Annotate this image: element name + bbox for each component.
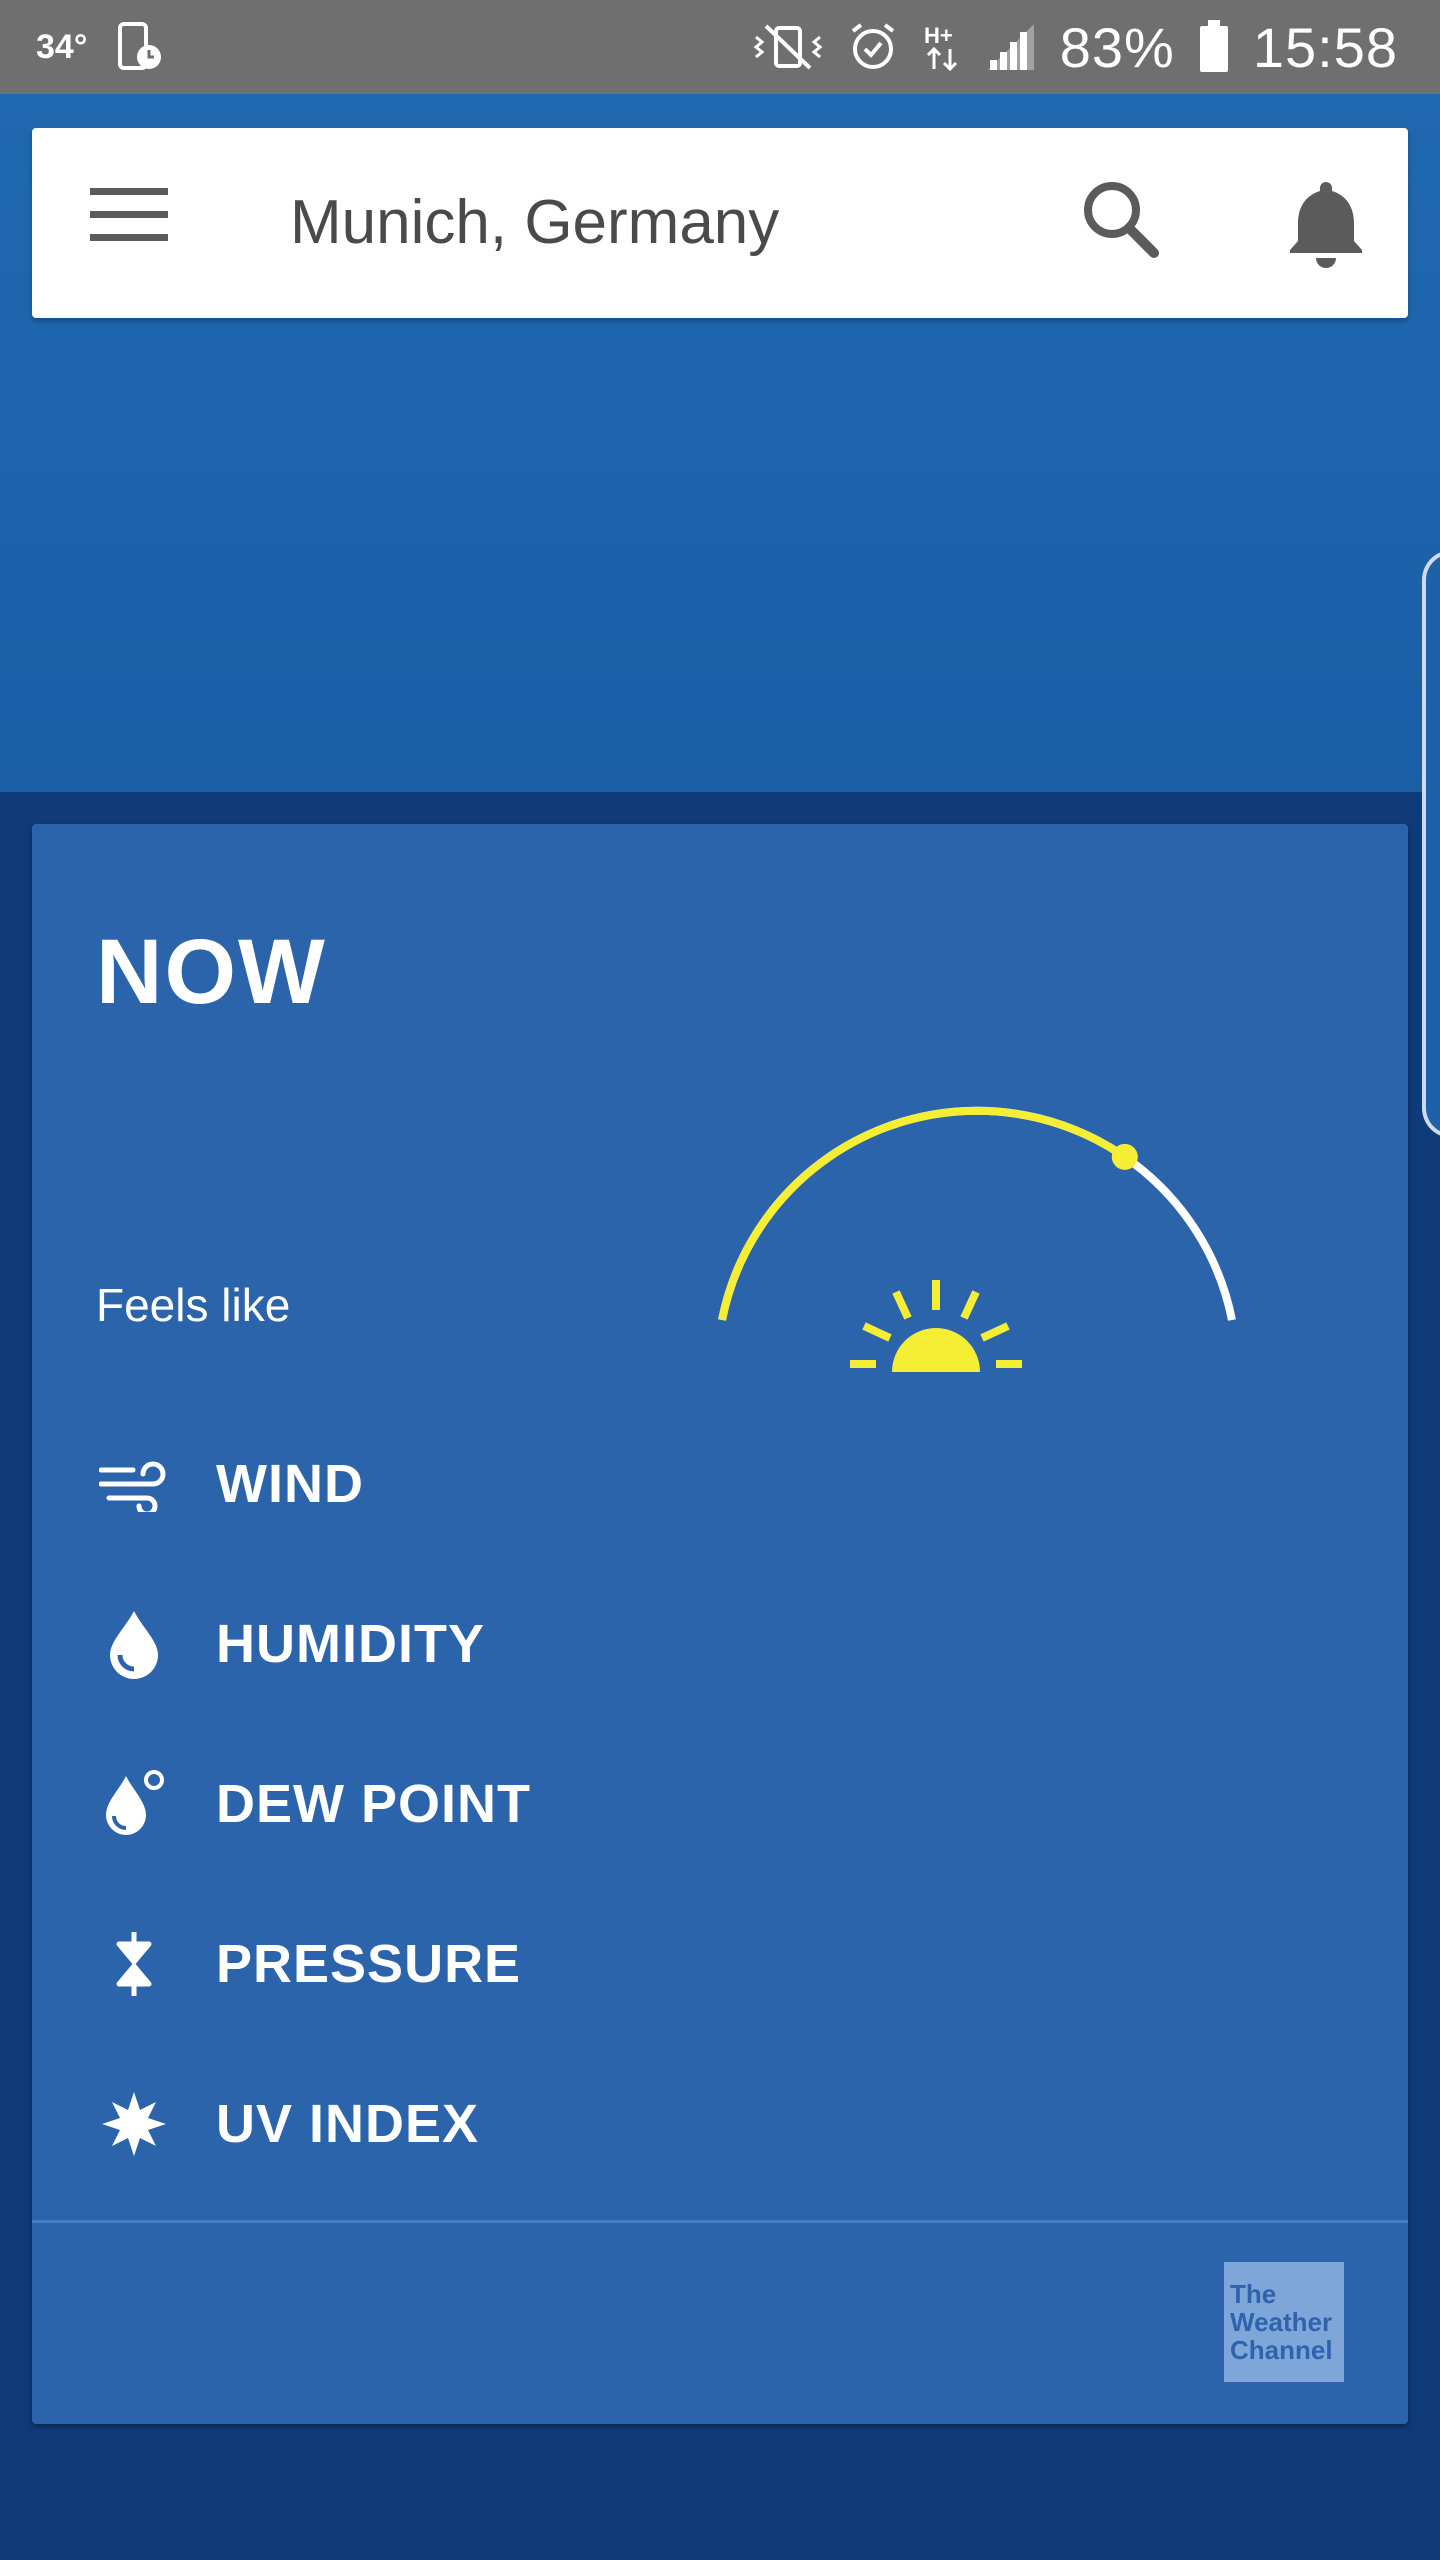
- weather-channel-logo[interactable]: The Weather Channel: [1224, 2262, 1344, 2382]
- logo-line: Weather: [1230, 2307, 1333, 2337]
- notifications-button[interactable]: [1276, 172, 1376, 272]
- hamburger-menu-icon: [90, 188, 168, 241]
- signal-strength-icon: [986, 22, 1036, 72]
- screen-timer-icon: [117, 21, 163, 73]
- uv-index-icon: [96, 2086, 172, 2162]
- status-right: H+ 83% 15:58: [752, 0, 1398, 94]
- now-card: NOW Feels like WIND HUMIDITY DEW POINT P…: [32, 824, 1408, 2424]
- detail-row-wind: WIND: [96, 1424, 1196, 1544]
- detail-row-humidity: HUMIDITY: [96, 1584, 1196, 1704]
- pressure-icon: [96, 1926, 172, 2002]
- search-button[interactable]: [1072, 172, 1172, 272]
- status-temperature: 34°: [36, 27, 88, 66]
- detail-label-pressure: PRESSURE: [216, 1934, 522, 1994]
- detail-label-humidity: HUMIDITY: [216, 1614, 485, 1674]
- svg-text:H+: H+: [924, 23, 953, 48]
- status-left: 34°: [36, 0, 163, 94]
- detail-label-uv-index: UV INDEX: [216, 2094, 480, 2154]
- detail-label-wind: WIND: [216, 1454, 364, 1514]
- side-panel-edge[interactable]: [1422, 550, 1440, 1138]
- detail-label-dew-point: DEW POINT: [216, 1774, 531, 1834]
- feels-like-label: Feels like: [96, 1279, 291, 1331]
- detail-row-pressure: PRESSURE: [96, 1904, 1196, 2024]
- status-bar: 34° H+ 83% 15:58: [0, 0, 1440, 94]
- logo-line: The: [1230, 2279, 1277, 2309]
- sun-position-marker: [1111, 1143, 1138, 1170]
- card-divider: [32, 2220, 1408, 2223]
- network-type-icon: H+: [922, 21, 962, 73]
- vibrate-mute-icon: [752, 22, 824, 72]
- logo-line: Channel: [1230, 2335, 1333, 2365]
- now-title: NOW: [96, 921, 327, 1023]
- location-name[interactable]: Munich, Germany: [290, 128, 779, 318]
- detail-row-uv-index: UV INDEX: [96, 2064, 1196, 2184]
- sun-icon: [850, 1280, 1022, 1372]
- bell-icon: [1290, 182, 1362, 268]
- dew-point-icon: [96, 1766, 172, 1842]
- sun-position-arc: [718, 1106, 1236, 1372]
- wind-icon: [96, 1446, 172, 1522]
- status-time: 15:58: [1252, 15, 1398, 79]
- alarm-icon: [848, 21, 898, 73]
- menu-button[interactable]: [90, 188, 230, 258]
- location-search-bar[interactable]: Munich, Germany: [32, 128, 1408, 318]
- battery-icon: [1199, 20, 1229, 74]
- detail-row-dew-point: DEW POINT: [96, 1744, 1196, 1864]
- battery-percent: 83%: [1059, 15, 1175, 79]
- search-icon: [1084, 182, 1159, 258]
- sun-arc-progress: [718, 1106, 1128, 1321]
- humidity-drop-icon: [96, 1606, 172, 1682]
